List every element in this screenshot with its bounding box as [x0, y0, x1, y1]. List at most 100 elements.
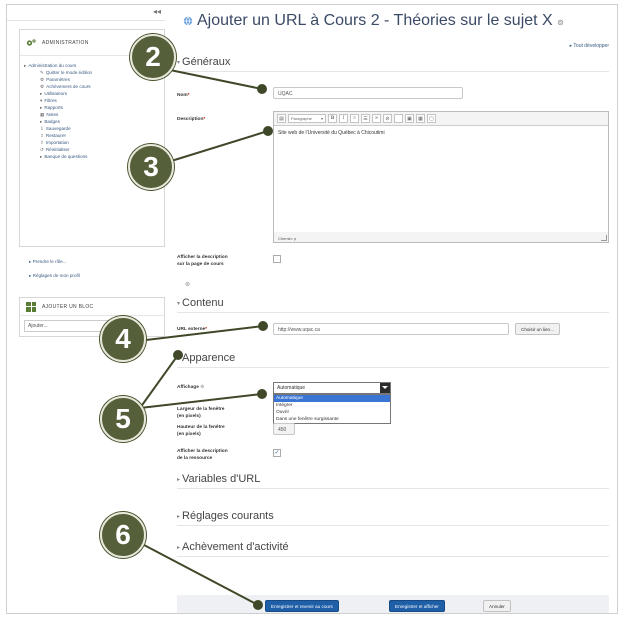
save-return-button[interactable]: Enregistrer et revenir au cours — [265, 600, 339, 612]
display-label: Affichage ⊚ — [177, 385, 205, 390]
tree-item-badges[interactable]: ▸ Badges — [24, 118, 164, 125]
page-title: Ajouter un URL à Cours 2 - Théories sur … — [183, 12, 564, 30]
folder-icon: ▸ — [24, 63, 27, 68]
folder-icon: ▸ — [40, 119, 43, 124]
administration-title: ADMINISTRATION — [42, 39, 89, 46]
divider — [177, 312, 609, 313]
settings-icon: ⚙ — [40, 84, 45, 89]
description-label: Description* — [177, 117, 206, 122]
grades-icon: ▦ — [40, 112, 45, 117]
cancel-button[interactable]: Annuler — [483, 600, 511, 612]
divider — [177, 525, 609, 526]
file-icon[interactable]: ▢ — [427, 114, 436, 123]
editor-path: Chemin: p — [278, 236, 297, 241]
resize-handle-icon[interactable] — [601, 235, 607, 241]
tree-item-backup[interactable]: ⇩ Sauvegarde — [24, 125, 164, 132]
bold-icon[interactable]: B — [328, 114, 337, 123]
media-icon[interactable]: ▦ — [416, 114, 425, 123]
divider — [177, 556, 609, 557]
divider — [177, 488, 609, 489]
help-icon[interactable]: ⊚ — [557, 18, 564, 27]
window-height-label: Hauteur de la fenêtre (en pixels) — [177, 425, 225, 437]
settings-icon: ⚙ — [40, 77, 45, 82]
callout-3: 3 — [128, 144, 174, 190]
resource-description-label: Afficher la description de la ressource — [177, 449, 228, 461]
tree-item-reports[interactable]: ▸ Rapports — [24, 104, 164, 111]
backup-icon: ⇩ — [40, 126, 44, 131]
tree-item-users[interactable]: ▸ Utilisateurs — [24, 90, 164, 97]
switch-role-link[interactable]: ▸ Prendre le rôle... — [29, 255, 80, 269]
main-content: Ajouter un URL à Cours 2 - Théories sur … — [165, 5, 617, 613]
filter-icon: ▾ — [40, 98, 43, 103]
add-block-header[interactable]: AJOUTER UN BLOC — [20, 298, 164, 316]
folder-icon: ▸ — [40, 91, 43, 96]
section-general[interactable]: ▾ Généraux — [177, 56, 230, 68]
display-option[interactable]: Intégrer — [274, 402, 390, 409]
profile-settings-link[interactable]: ▸ Réglages de mon profil — [29, 269, 80, 283]
sidebar-links: ▸ Prendre le rôle... ▸ Réglages de mon p… — [29, 255, 80, 283]
restore-icon: ⇧ — [40, 133, 44, 138]
show-description-checkbox[interactable] — [273, 255, 281, 263]
show-description-label: Afficher la description sur la page de co… — [177, 255, 228, 267]
help-icon[interactable]: ⊚ — [200, 385, 204, 390]
window-width-label: Largeur de la fenêtre (en pixels) — [177, 407, 225, 419]
dock-icon[interactable]: ◂◂ — [153, 7, 161, 16]
tree-item-grades[interactable]: ▦ Notes — [24, 111, 164, 118]
choose-link-button[interactable]: Choisir un lien... — [515, 323, 560, 335]
display-option[interactable]: Automatique — [274, 395, 390, 402]
folder-icon: ▸ — [40, 154, 43, 159]
section-expand-icon: ▸ — [177, 544, 181, 551]
description-text-area[interactable]: Site web de l'Université du Québec à Chi… — [274, 126, 608, 232]
description-editor: ▤ Paragraphe ▾ B I ≡ ☰ ∞ ⊘ ▣ ▦ ▢ Site web… — [273, 111, 609, 243]
tree-item-completion[interactable]: ⚙ Achèvement de cours — [24, 83, 164, 90]
link-icon[interactable]: ∞ — [372, 114, 381, 123]
section-appearance[interactable]: ▾ Apparence — [177, 352, 235, 364]
external-url-input[interactable]: http://www.uqac.ca — [273, 323, 509, 335]
numbered-list-icon[interactable]: ☰ — [361, 114, 370, 123]
callout-5: 5 — [100, 396, 146, 442]
display-option[interactable]: Ouvrir — [274, 409, 390, 416]
section-toggle-icon: ▾ — [177, 59, 181, 66]
display-options-list: Automatique Intégrer Ouvrir Dans une fen… — [273, 394, 391, 424]
section-content[interactable]: ▾ Contenu — [177, 297, 224, 309]
tree-item-restore[interactable]: ⇧ Restaurer — [24, 132, 164, 139]
resource-description-checkbox[interactable]: ✓ — [273, 449, 281, 457]
separator-icon — [394, 114, 403, 123]
help-icon[interactable]: ⊚ — [185, 281, 190, 288]
image-icon[interactable]: ▣ — [405, 114, 414, 123]
display-selected-value: Automatique — [277, 385, 306, 391]
page-title-text: Ajouter un URL à Cours 2 - Théories sur … — [197, 12, 553, 29]
moodle-page: ◂◂ ADMINISTRATION ▸ Administration du cou… — [6, 4, 618, 614]
unlink-icon[interactable]: ⊘ — [383, 114, 392, 123]
section-expand-icon: ▸ — [177, 476, 181, 483]
gears-icon — [26, 38, 36, 46]
chevron-down-icon[interactable] — [380, 383, 390, 393]
editor-toolbar: ▤ Paragraphe ▾ B I ≡ ☰ ∞ ⊘ ▣ ▦ ▢ — [274, 112, 608, 126]
italic-icon[interactable]: I — [339, 114, 348, 123]
url-label: URL externe* — [177, 327, 208, 332]
import-icon: ⇪ — [40, 140, 44, 145]
divider — [177, 71, 609, 72]
divider — [177, 367, 609, 368]
toolbar-toggle-icon[interactable]: ▤ — [277, 114, 286, 123]
url-resource-icon — [183, 16, 193, 26]
section-toggle-icon: ▾ — [177, 300, 181, 307]
section-toggle-icon: ▾ — [177, 355, 181, 362]
paragraph-style-select[interactable]: Paragraphe ▾ — [288, 114, 326, 123]
name-label: Nom* — [177, 93, 190, 98]
bullet-list-icon[interactable]: ≡ — [350, 114, 359, 123]
display-select[interactable]: Automatique — [273, 382, 391, 394]
display-option[interactable]: Dans une fenêtre surgissante — [274, 416, 390, 423]
name-input[interactable]: UQAC — [273, 87, 463, 99]
save-display-button[interactable]: Enregistrer et afficher — [389, 600, 445, 612]
section-common-settings[interactable]: ▸ Réglages courants — [177, 510, 274, 522]
callout-2: 2 — [130, 34, 176, 80]
window-height-input[interactable]: 450 — [273, 423, 295, 435]
section-url-variables[interactable]: ▸ Variables d'URL — [177, 473, 260, 485]
section-activity-completion[interactable]: ▸ Achèvement d'activité — [177, 541, 289, 553]
sidebar-topbar: ◂◂ — [7, 5, 165, 21]
expand-all-link[interactable]: ▸ Tout développer — [570, 43, 609, 49]
callout-6: 6 — [100, 512, 146, 558]
reset-icon: ↺ — [40, 147, 44, 152]
tree-item-filters[interactable]: ▾ Filtres — [24, 97, 164, 104]
